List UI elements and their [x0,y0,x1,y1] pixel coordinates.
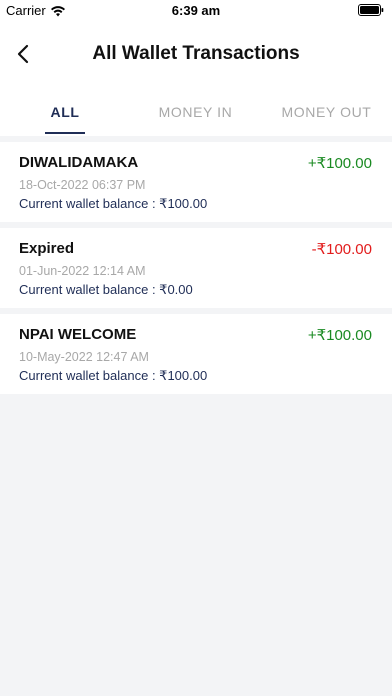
tab-all[interactable]: ALL [0,104,130,120]
tab-money-in[interactable]: MONEY IN [130,104,261,120]
transaction-item[interactable]: Expired -₹100.00 01-Jun-2022 12:14 AM Cu… [0,228,392,308]
transaction-name: Expired [19,240,75,257]
transaction-balance: Current wallet balance : ₹0.00 [19,282,193,297]
transaction-name: DIWALIDAMAKA [19,154,139,171]
transaction-date: 01-Jun-2022 12:14 AM [19,264,146,278]
transaction-balance: Current wallet balance : ₹100.00 [19,196,208,211]
transaction-name: NPAI WELCOME [19,326,137,343]
transaction-item[interactable]: DIWALIDAMAKA +₹100.00 18-Oct-2022 06:37 … [0,142,392,222]
transaction-balance: Current wallet balance : ₹100.00 [19,368,208,383]
transaction-date: 10-May-2022 12:47 AM [19,350,149,364]
transaction-amount: +₹100.00 [307,155,372,172]
app-header: All Wallet Transactions [0,20,392,90]
transaction-item[interactable]: NPAI WELCOME +₹100.00 10-May-2022 12:47 … [0,314,392,394]
battery-icon [358,4,384,16]
page-title: All Wallet Transactions [92,43,300,64]
status-time: 6:39 am [171,3,221,18]
transaction-amount: -₹100.00 [311,241,372,258]
transaction-list: DIWALIDAMAKA +₹100.00 18-Oct-2022 06:37 … [0,142,392,400]
status-bar: Carrier 6:39 am [0,0,392,20]
transaction-date: 18-Oct-2022 06:37 PM [19,178,146,192]
tab-money-out[interactable]: MONEY OUT [261,104,392,120]
tab-bar: ALL MONEY IN MONEY OUT [0,90,392,136]
active-tab-indicator [45,132,85,134]
transaction-amount: +₹100.00 [307,327,372,344]
